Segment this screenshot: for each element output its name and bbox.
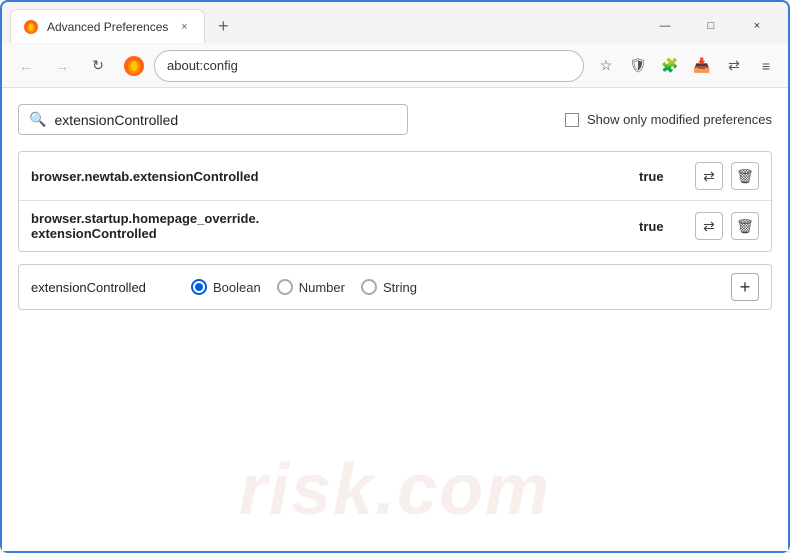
radio-string-label: String xyxy=(383,280,417,295)
checkbox-label: Show only modified preferences xyxy=(587,112,772,127)
pref-actions-2: ⇄ 🗑 xyxy=(695,212,759,240)
checkbox-row: Show only modified preferences xyxy=(565,112,772,127)
type-radio-group: Boolean Number String xyxy=(191,279,711,295)
add-preference-row: extensionControlled Boolean Number Strin… xyxy=(18,264,772,310)
forward-icon: → xyxy=(55,58,69,74)
minimize-button[interactable]: — xyxy=(642,10,688,42)
forward-button[interactable]: → xyxy=(46,50,78,82)
download-icon[interactable]: 📥 xyxy=(688,52,716,80)
pref-name-1: browser.newtab.extensionControlled xyxy=(31,169,639,184)
shield-icon[interactable]: 🛡 xyxy=(624,52,652,80)
reload-icon: ↻ xyxy=(92,57,104,74)
table-row: browser.startup.homepage_override. exten… xyxy=(19,201,771,251)
radio-string[interactable]: String xyxy=(361,279,417,295)
navigation-bar: ← → ↻ about:config ☆ 🛡 🧩 📥 ⇄ ≡ xyxy=(2,44,788,88)
window-controls: — □ × xyxy=(642,10,780,42)
delete-icon: 🗑 xyxy=(736,218,754,235)
sync-icon[interactable]: ⇄ xyxy=(720,52,748,80)
toggle-icon: ⇄ xyxy=(703,168,715,185)
page-content: risk.com 🔍 Show only modified preference… xyxy=(2,88,788,551)
search-input-wrapper[interactable]: 🔍 xyxy=(18,104,408,135)
back-button[interactable]: ← xyxy=(10,50,42,82)
radio-number-circle xyxy=(277,279,293,295)
radio-number-label: Number xyxy=(299,280,345,295)
browser-tab[interactable]: Advanced Preferences × xyxy=(10,9,205,43)
search-input[interactable] xyxy=(54,112,397,128)
radio-string-circle xyxy=(361,279,377,295)
back-icon: ← xyxy=(19,58,33,74)
pref-name-2: browser.startup.homepage_override. exten… xyxy=(31,211,639,241)
address-bar[interactable]: about:config xyxy=(154,50,584,82)
maximize-button[interactable]: □ xyxy=(688,10,734,42)
pref-value-2: true xyxy=(639,219,679,234)
delete-button-2[interactable]: 🗑 xyxy=(731,212,759,240)
pref-value-1: true xyxy=(639,169,679,184)
radio-number[interactable]: Number xyxy=(277,279,345,295)
menu-icon[interactable]: ≡ xyxy=(752,52,780,80)
reload-button[interactable]: ↻ xyxy=(82,50,114,82)
add-pref-name: extensionControlled xyxy=(31,280,171,295)
search-icon: 🔍 xyxy=(29,111,46,128)
nav-icons-right: ☆ 🛡 🧩 📥 ⇄ ≡ xyxy=(592,52,780,80)
add-preference-button[interactable]: + xyxy=(731,273,759,301)
tab-title: Advanced Preferences xyxy=(47,20,168,34)
delete-button-1[interactable]: 🗑 xyxy=(731,162,759,190)
firefox-logo xyxy=(122,54,146,78)
preferences-table: browser.newtab.extensionControlled true … xyxy=(18,151,772,252)
title-bar: Advanced Preferences × + — □ × xyxy=(2,2,788,44)
extension-icon[interactable]: 🧩 xyxy=(656,52,684,80)
toggle-button-2[interactable]: ⇄ xyxy=(695,212,723,240)
table-row: browser.newtab.extensionControlled true … xyxy=(19,152,771,201)
radio-boolean-label: Boolean xyxy=(213,280,261,295)
radio-boolean[interactable]: Boolean xyxy=(191,279,261,295)
toggle-button-1[interactable]: ⇄ xyxy=(695,162,723,190)
new-tab-button[interactable]: + xyxy=(209,12,237,40)
close-button[interactable]: × xyxy=(734,10,780,42)
search-bar-row: 🔍 Show only modified preferences xyxy=(18,104,772,135)
radio-boolean-circle xyxy=(191,279,207,295)
pref-actions-1: ⇄ 🗑 xyxy=(695,162,759,190)
delete-icon: 🗑 xyxy=(736,168,754,185)
tab-close-button[interactable]: × xyxy=(176,19,192,35)
toggle-icon: ⇄ xyxy=(703,218,715,235)
address-text: about:config xyxy=(167,58,238,73)
show-modified-checkbox[interactable] xyxy=(565,113,579,127)
tab-favicon xyxy=(23,19,39,35)
bookmark-icon[interactable]: ☆ xyxy=(592,52,620,80)
watermark: risk.com xyxy=(239,449,551,531)
